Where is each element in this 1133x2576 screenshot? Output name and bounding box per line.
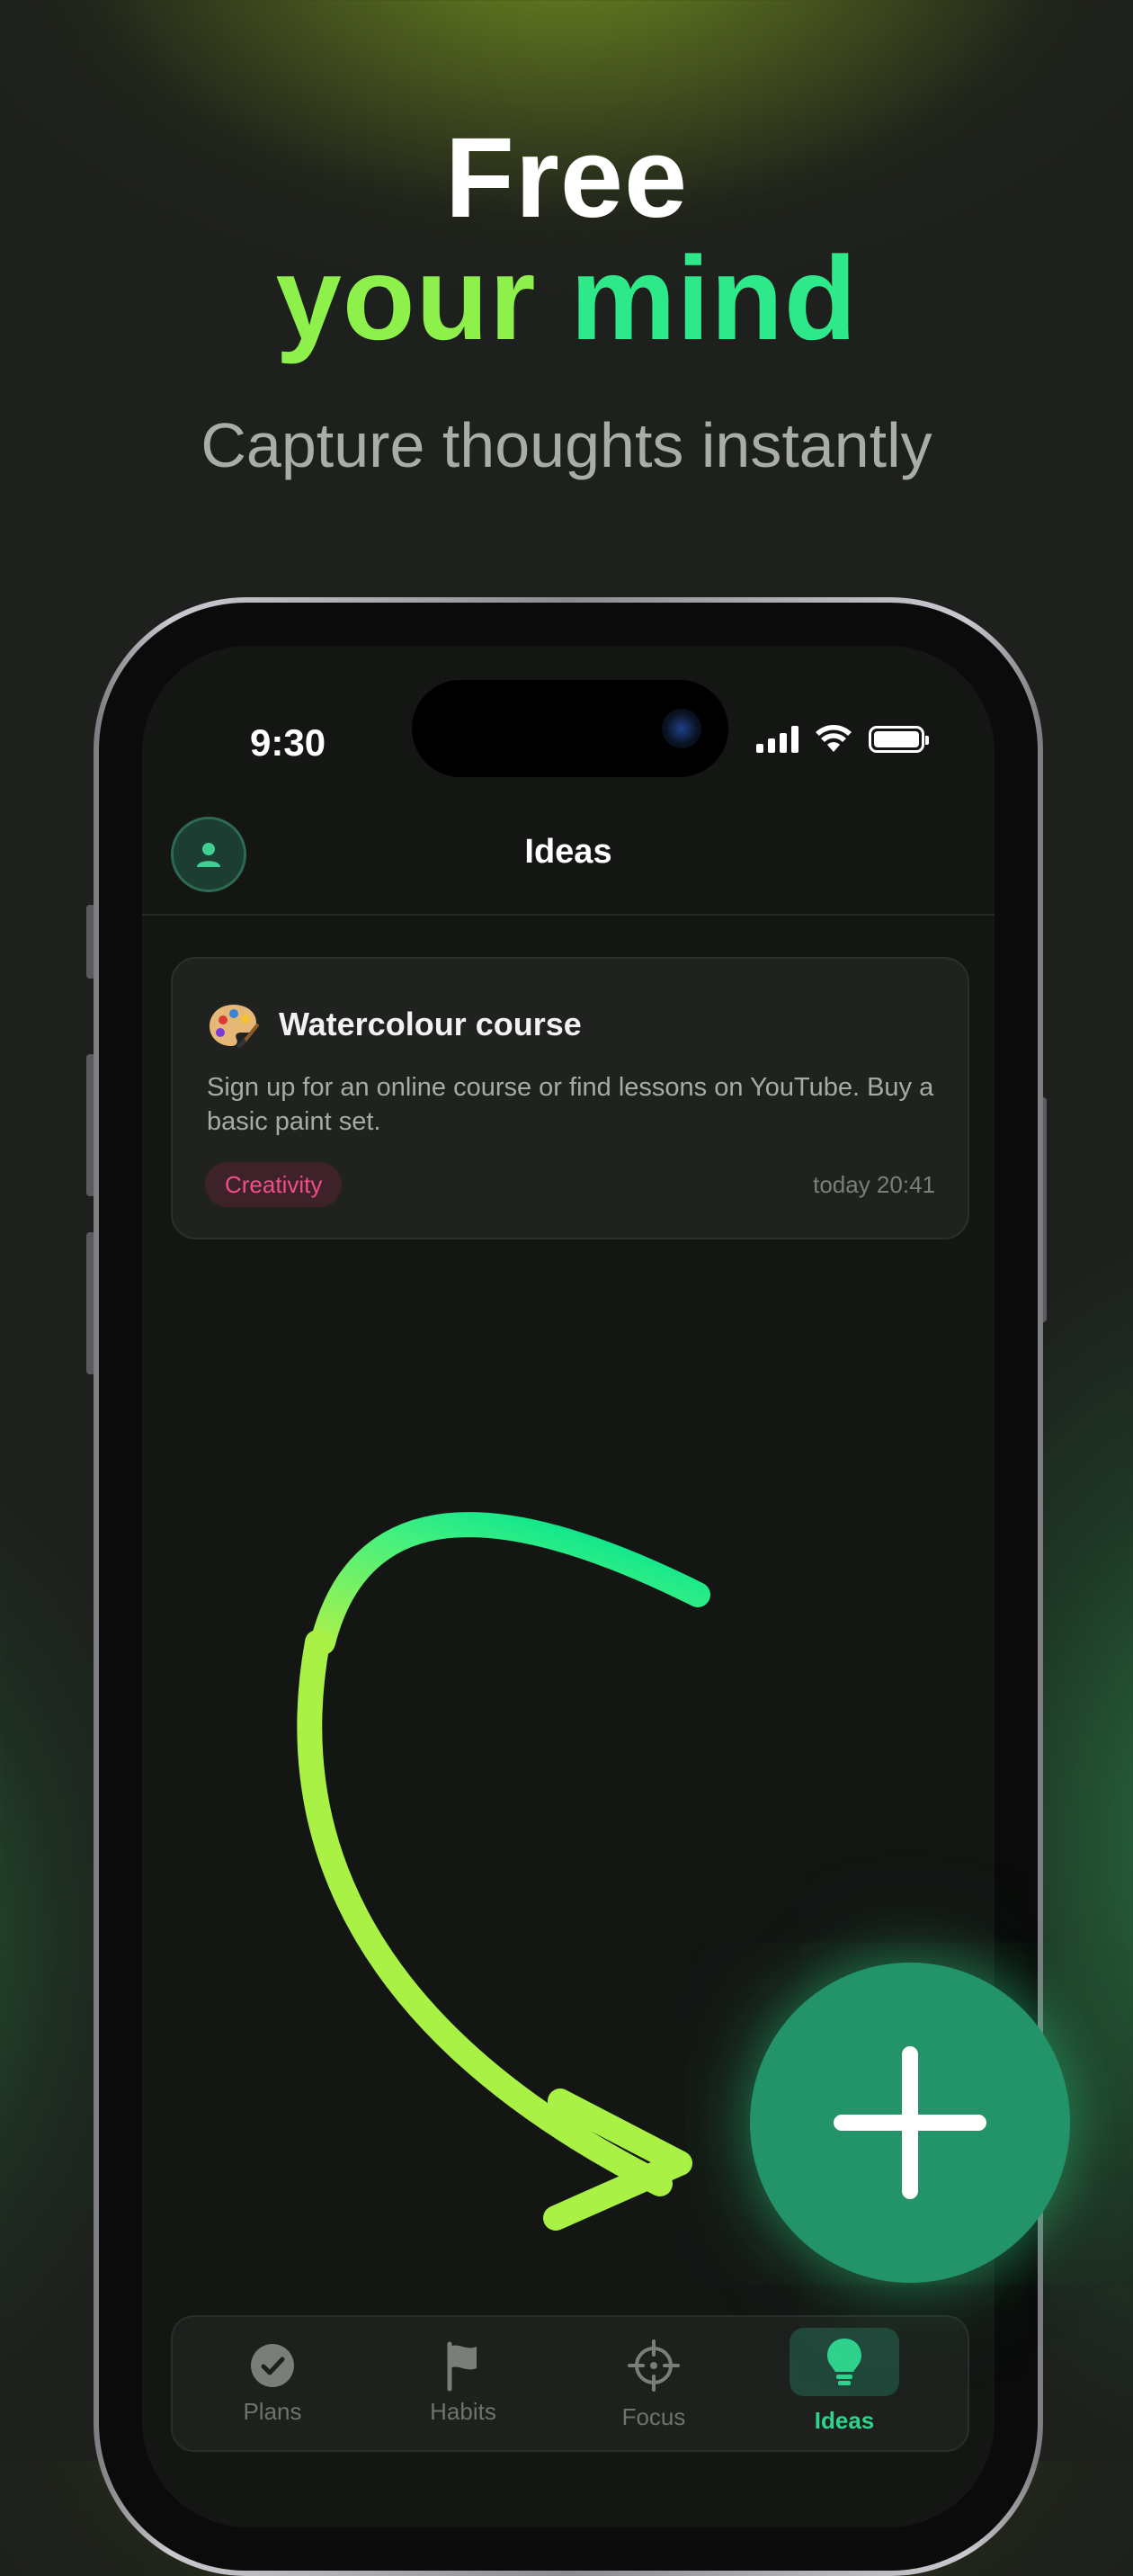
tab-label: Ideas [814, 2407, 875, 2434]
tab-label: Habits [430, 2398, 496, 2425]
tab-bar: Plans Habits Focus Ideas [171, 2315, 969, 2452]
tab-habits[interactable]: Habits [363, 2317, 563, 2450]
hero-title-word-mind: mind [570, 232, 858, 364]
hero-title-line1: Free [444, 114, 689, 241]
hero-subtitle: Capture thoughts instantly [201, 410, 932, 480]
lightbulb-icon [827, 2339, 861, 2385]
plus-icon [834, 2046, 986, 2199]
hero-title-line2: your mind [0, 232, 1133, 365]
check-circle-icon [251, 2344, 294, 2387]
flag-icon [447, 2341, 477, 2392]
tab-label: Plans [243, 2398, 302, 2425]
add-idea-button[interactable] [750, 1963, 1070, 2283]
tab-focus[interactable]: Focus [554, 2317, 754, 2450]
tab-ideas[interactable]: Ideas [745, 2317, 944, 2450]
hero-title-word-your: your [275, 232, 537, 364]
tab-plans[interactable]: Plans [173, 2317, 372, 2450]
crosshair-icon [628, 2339, 680, 2392]
tab-label: Focus [621, 2403, 686, 2430]
